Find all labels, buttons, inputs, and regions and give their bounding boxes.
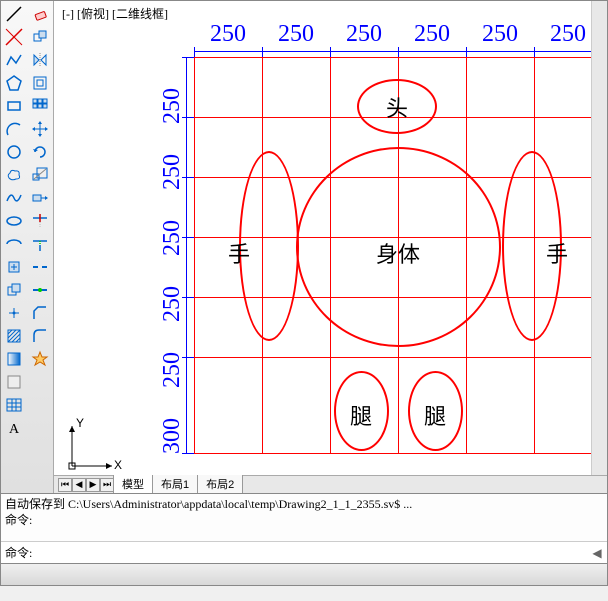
chamfer-tool[interactable] — [28, 302, 52, 324]
gradient-tool[interactable] — [2, 348, 26, 370]
status-bar — [0, 564, 608, 586]
extend-tool[interactable] — [28, 233, 52, 255]
hatch-tool[interactable] — [2, 325, 26, 347]
tab-nav-last[interactable]: ⏭ — [100, 478, 114, 492]
drawing-content: 250 250 250 250 250 250 300 250 250 250 … — [114, 21, 604, 471]
cmd-history-line: 自动保存到 C:\Users\Administrator\appdata\loc… — [5, 496, 603, 512]
fillet-tool[interactable] — [28, 325, 52, 347]
polyline-tool[interactable] — [2, 49, 26, 71]
mirror-tool[interactable] — [28, 49, 52, 71]
dim-value: 250 — [466, 21, 534, 48]
modify-toolbar — [27, 1, 53, 493]
dim-value: 300 — [159, 406, 186, 466]
insert-block-tool[interactable] — [2, 256, 26, 278]
polygon-tool[interactable] — [2, 72, 26, 94]
cmd-history-line: 命令: — [5, 512, 603, 528]
tab-nav-next[interactable]: ▶ — [86, 478, 100, 492]
scale-tool[interactable] — [28, 164, 52, 186]
erase-tool[interactable] — [28, 3, 52, 25]
dim-value: 250 — [159, 340, 186, 400]
circle-tool[interactable] — [2, 141, 26, 163]
rectangle-tool[interactable] — [2, 95, 26, 117]
label-head: 头 — [386, 91, 408, 123]
line-tool[interactable] — [2, 3, 26, 25]
ucs-x-label: X — [114, 458, 122, 472]
draw-toolbar: A — [1, 1, 27, 493]
ellipse-arc-tool[interactable] — [2, 233, 26, 255]
stretch-tool[interactable] — [28, 187, 52, 209]
left-toolbars: A — [1, 1, 54, 493]
dim-value: 250 — [159, 274, 186, 334]
tab-model[interactable]: 模型 — [113, 475, 153, 493]
array-tool[interactable] — [28, 95, 52, 117]
viewport-label[interactable]: [-] [俯视] [二维线框] — [62, 5, 168, 22]
drawing-canvas[interactable]: [-] [俯视] [二维线框] — [54, 1, 607, 493]
mtext-tool[interactable]: A — [2, 417, 26, 439]
join-tool[interactable] — [28, 279, 52, 301]
ucs-icon: X Y — [64, 414, 124, 477]
label-leg-right: 腿 — [424, 399, 446, 431]
revcloud-tool[interactable] — [2, 164, 26, 186]
explode-tool[interactable] — [28, 348, 52, 370]
tab-nav-prev[interactable]: ◀ — [72, 478, 86, 492]
label-hand-right: 手 — [546, 237, 568, 269]
move-tool[interactable] — [28, 118, 52, 140]
label-body: 身体 — [376, 237, 420, 269]
region-tool[interactable] — [2, 371, 26, 393]
svg-text:A: A — [9, 422, 20, 437]
layout-tabs: ⏮ ◀ ▶ ⏭ 模型 布局1 布局2 — [54, 475, 607, 493]
point-tool[interactable] — [2, 302, 26, 324]
dim-value: 250 — [262, 21, 330, 48]
label-hand-left: 手 — [228, 237, 250, 269]
command-area: 自动保存到 C:\Users\Administrator\appdata\loc… — [0, 494, 608, 564]
dim-value: 250 — [330, 21, 398, 48]
dimensions-left: 300 250 250 250 250 250 — [159, 76, 186, 466]
label-leg-left: 腿 — [350, 399, 372, 431]
copy-tool[interactable] — [28, 26, 52, 48]
dimensions-top: 250 250 250 250 250 250 — [194, 21, 602, 48]
trim-tool[interactable] — [28, 210, 52, 232]
ucs-y-label: Y — [76, 416, 84, 430]
ellipse-tool[interactable] — [2, 210, 26, 232]
arc-tool[interactable] — [2, 118, 26, 140]
dim-value: 250 — [159, 208, 186, 268]
rotate-tool[interactable] — [28, 141, 52, 163]
break-tool[interactable] — [28, 256, 52, 278]
tab-layout1[interactable]: 布局1 — [152, 475, 198, 493]
tab-layout2[interactable]: 布局2 — [197, 475, 243, 493]
dim-value: 250 — [159, 142, 186, 202]
table-tool[interactable] — [2, 394, 26, 416]
spline-tool[interactable] — [2, 187, 26, 209]
dim-value: 250 — [194, 21, 262, 48]
tab-nav-first[interactable]: ⏮ — [58, 478, 72, 492]
offset-tool[interactable] — [28, 72, 52, 94]
dim-value: 250 — [159, 76, 186, 136]
make-block-tool[interactable] — [2, 279, 26, 301]
vertical-scrollbar[interactable] — [591, 1, 607, 475]
command-expand-icon[interactable]: ◀ — [587, 546, 607, 560]
command-input[interactable] — [1, 543, 587, 562]
xline-tool[interactable] — [2, 26, 26, 48]
dim-value: 250 — [398, 21, 466, 48]
command-history[interactable]: 自动保存到 C:\Users\Administrator\appdata\loc… — [1, 494, 607, 541]
